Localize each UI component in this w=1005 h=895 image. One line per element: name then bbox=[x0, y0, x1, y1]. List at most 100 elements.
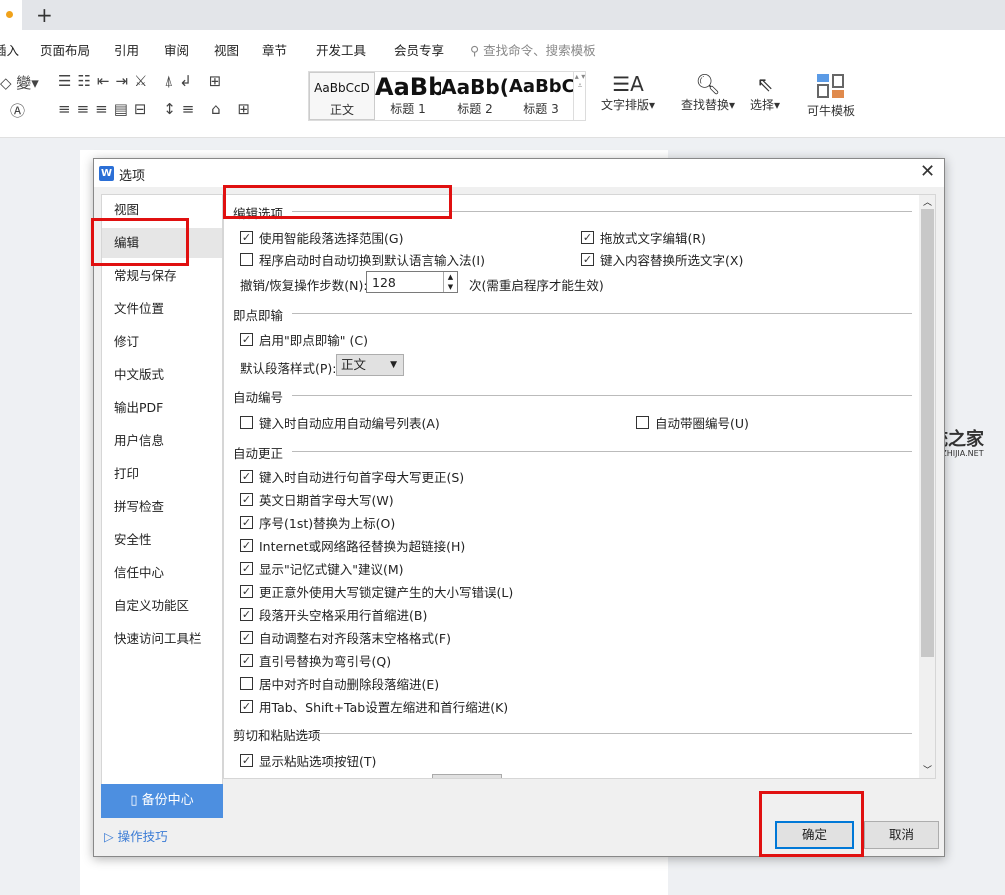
style-preset[interactable]: AaBbCcD 正文 bbox=[309, 72, 375, 120]
checkbox-option[interactable]: 键入时自动应用自动编号列表(A) bbox=[240, 413, 440, 432]
checkbox-option[interactable]: ✓ 自动调整右对齐段落末空格格式(F) bbox=[240, 628, 451, 647]
style-label: 标题 1 bbox=[390, 102, 426, 116]
checkbox-option[interactable]: ✓ 用Tab、Shift+Tab设置左缩进和首行缩进(K) bbox=[240, 697, 508, 716]
spinner-arrows-icon[interactable]: ▲ ▼ bbox=[443, 272, 457, 292]
checkbox-option[interactable]: ✓ 英文日期首字母大写(W) bbox=[240, 490, 394, 509]
checkbox-checked[interactable]: ✓ bbox=[581, 253, 594, 266]
nav-item[interactable]: 信任中心 bbox=[102, 558, 222, 588]
options-nav: 视图 编辑 常规与保存 文件位置 修订 中文版式 输出PDF 用户信息 打印 拼写检查 安全性 信任中… bbox=[101, 194, 223, 818]
nav-item[interactable]: 输出PDF bbox=[102, 393, 222, 423]
scrollbar-thumb[interactable] bbox=[921, 209, 934, 657]
checkbox-option[interactable]: ✓ 键入内容替换所选文字(X) bbox=[581, 250, 743, 269]
menu-item[interactable]: 引用 bbox=[114, 40, 139, 59]
text-layout-button[interactable]: ☰A 文字排版▾ bbox=[598, 72, 658, 113]
checkbox-checked[interactable]: ✓ bbox=[240, 516, 253, 529]
checkbox-option[interactable]: 自动带圈编号(U) bbox=[636, 413, 749, 432]
checkbox-option[interactable]: ✓ 序号(1st)替换为上标(O) bbox=[240, 513, 395, 532]
scroll-down-icon[interactable]: ﹀ bbox=[923, 763, 932, 776]
nav-item[interactable]: 快速访问工具栏 bbox=[102, 624, 222, 654]
checkbox-option[interactable]: ✓ 更正意外使用大写锁定键产生的大小写错误(L) bbox=[240, 582, 513, 601]
checkbox-checked[interactable]: ✓ bbox=[240, 700, 253, 713]
style-preset[interactable]: AaBbC 标题 3 bbox=[509, 72, 573, 120]
menu-item[interactable]: 开发工具 bbox=[316, 40, 366, 59]
partial-button[interactable] bbox=[432, 774, 502, 778]
checkbox-option[interactable]: ✓ 显示"记忆式键入"建议(M) bbox=[240, 559, 404, 578]
document-tab[interactable] bbox=[0, 0, 22, 30]
checkbox-option[interactable]: ✓ 拖放式文字编辑(R) bbox=[581, 228, 706, 247]
checkbox-option[interactable]: 居中对齐时自动删除段落缩进(E) bbox=[240, 674, 439, 693]
checkbox-option[interactable]: 程序启动时自动切换到默认语言输入法(I) bbox=[240, 250, 485, 269]
menu-item[interactable]: 会员专享 bbox=[394, 40, 444, 59]
template-button[interactable]: 可牛模板 bbox=[800, 72, 862, 119]
wps-logo-icon: W bbox=[99, 166, 114, 181]
checkbox-checked[interactable]: ✓ bbox=[240, 585, 253, 598]
phonetic-icon[interactable]: ◇ 變▾ bbox=[0, 72, 39, 93]
nav-item[interactable]: 修订 bbox=[102, 327, 222, 357]
checkbox-unchecked[interactable] bbox=[240, 253, 253, 266]
nav-item[interactable]: 用户信息 bbox=[102, 426, 222, 456]
option-label: 启用"即点即输" (C) bbox=[259, 333, 368, 348]
option-label: 序号(1st)替换为上标(O) bbox=[259, 516, 396, 531]
checkbox-checked[interactable]: ✓ bbox=[240, 539, 253, 552]
backup-center-button[interactable]: ▯ 备份中心 bbox=[101, 784, 223, 818]
list-tools-icon[interactable]: ☰☷⇤⇥⚔ ⍋↲ ⊞ bbox=[58, 72, 227, 90]
checkbox-option[interactable]: ✓ Internet或网络路径替换为超链接(H) bbox=[240, 536, 465, 555]
nav-item[interactable]: 打印 bbox=[102, 459, 222, 489]
style-preset[interactable]: AaBb(标题 2 bbox=[441, 72, 509, 120]
tips-link[interactable]: ▷ 操作技巧 bbox=[104, 826, 168, 845]
checkbox-checked[interactable]: ✓ bbox=[240, 562, 253, 575]
checkbox-checked[interactable]: ✓ bbox=[240, 754, 253, 767]
checkbox-checked[interactable]: ✓ bbox=[240, 631, 253, 644]
default-style-label: 默认段落样式(P): bbox=[240, 361, 337, 376]
find-replace-button[interactable]: 🔍︎ 查找替换▾ bbox=[678, 72, 738, 113]
checkbox-option[interactable]: ✓ 键入时自动进行句首字母大写更正(S) bbox=[240, 467, 464, 486]
new-tab-button[interactable]: + bbox=[36, 3, 53, 27]
nav-item[interactable]: 文件位置 bbox=[102, 294, 222, 324]
scroll-up-icon[interactable]: ︿ bbox=[923, 195, 932, 208]
nav-item[interactable]: 中文版式 bbox=[102, 360, 222, 390]
style-label: 正文 bbox=[329, 103, 354, 117]
option-label: 键入时自动应用自动编号列表(A) bbox=[259, 416, 440, 431]
checkbox-checked[interactable]: ✓ bbox=[240, 654, 253, 667]
select-button[interactable]: ⇖ 选择▾ bbox=[745, 72, 785, 113]
default-style-select[interactable]: 正文 ▼ bbox=[336, 354, 404, 376]
undo-steps-input[interactable]: 128 ▲ ▼ bbox=[366, 271, 458, 293]
style-preset[interactable]: AaBb 标题 1 bbox=[375, 72, 441, 120]
scrollbar[interactable]: ︿ ﹀ bbox=[919, 195, 935, 778]
nav-item[interactable]: 自定义功能区 bbox=[102, 591, 222, 621]
checkbox-option[interactable]: ✓ 启用"即点即输" (C) bbox=[240, 330, 368, 349]
menu-item[interactable]: 审阅 bbox=[164, 40, 189, 59]
char-border-icon[interactable]: Ⓐ bbox=[10, 100, 25, 121]
style-scroll[interactable]: ▴ ▾ ⩡ bbox=[573, 72, 586, 120]
option-label: 拖放式文字编辑(R) bbox=[600, 231, 706, 246]
checkbox-unchecked[interactable] bbox=[240, 416, 253, 429]
checkbox-checked[interactable]: ✓ bbox=[581, 231, 594, 244]
checkbox-checked[interactable]: ✓ bbox=[240, 608, 253, 621]
nav-item[interactable]: 拼写检查 bbox=[102, 492, 222, 522]
cancel-button[interactable]: 取消 bbox=[864, 821, 939, 849]
menu-item[interactable]: 视图 bbox=[214, 40, 239, 59]
search-placeholder: 查找命令、搜索模板 bbox=[483, 43, 596, 58]
checkbox-option[interactable]: ✓ 段落开头空格采用行首缩进(B) bbox=[240, 605, 427, 624]
option-label: 自动调整右对齐段落末空格格式(F) bbox=[259, 631, 451, 646]
menu-item[interactable]: 页面布局 bbox=[40, 40, 90, 59]
menu-item[interactable]: 插入 bbox=[0, 40, 19, 59]
checkbox-checked[interactable]: ✓ bbox=[240, 493, 253, 506]
close-button[interactable]: ✕ bbox=[920, 161, 935, 182]
checkbox-checked[interactable]: ✓ bbox=[240, 333, 253, 346]
search-icon: 🔍︎ bbox=[695, 72, 721, 96]
checkbox-unchecked[interactable] bbox=[240, 677, 253, 690]
style-sample: AaBb bbox=[375, 73, 441, 100]
checkbox-option[interactable]: ✓ 直引号替换为弯引号(Q) bbox=[240, 651, 391, 670]
menu-item[interactable]: 章节 bbox=[262, 40, 287, 59]
checkbox-option[interactable]: ✓ 显示粘贴选项按钮(T) bbox=[240, 751, 376, 770]
nav-item[interactable]: 安全性 bbox=[102, 525, 222, 555]
undo-steps-note: 次(需重启程序才能生效) bbox=[469, 278, 604, 293]
command-search[interactable]: ⚲ 查找命令、搜索模板 bbox=[470, 40, 596, 59]
checkbox-checked[interactable]: ✓ bbox=[240, 231, 253, 244]
checkbox-checked[interactable]: ✓ bbox=[240, 470, 253, 483]
style-gallery: AaBbCcD 正文 AaBb 标题 1 AaBb(标题 2 AaBbC 标题 3 ▴ ▾ ⩡ bbox=[308, 71, 586, 121]
checkbox-unchecked[interactable] bbox=[636, 416, 649, 429]
align-tools-icon[interactable]: ≡≡≡▤⊟ ↕≡ ⌂ ⊞ bbox=[58, 100, 256, 118]
checkbox-option[interactable]: ✓ 使用智能段落选择范围(G) bbox=[240, 228, 403, 247]
